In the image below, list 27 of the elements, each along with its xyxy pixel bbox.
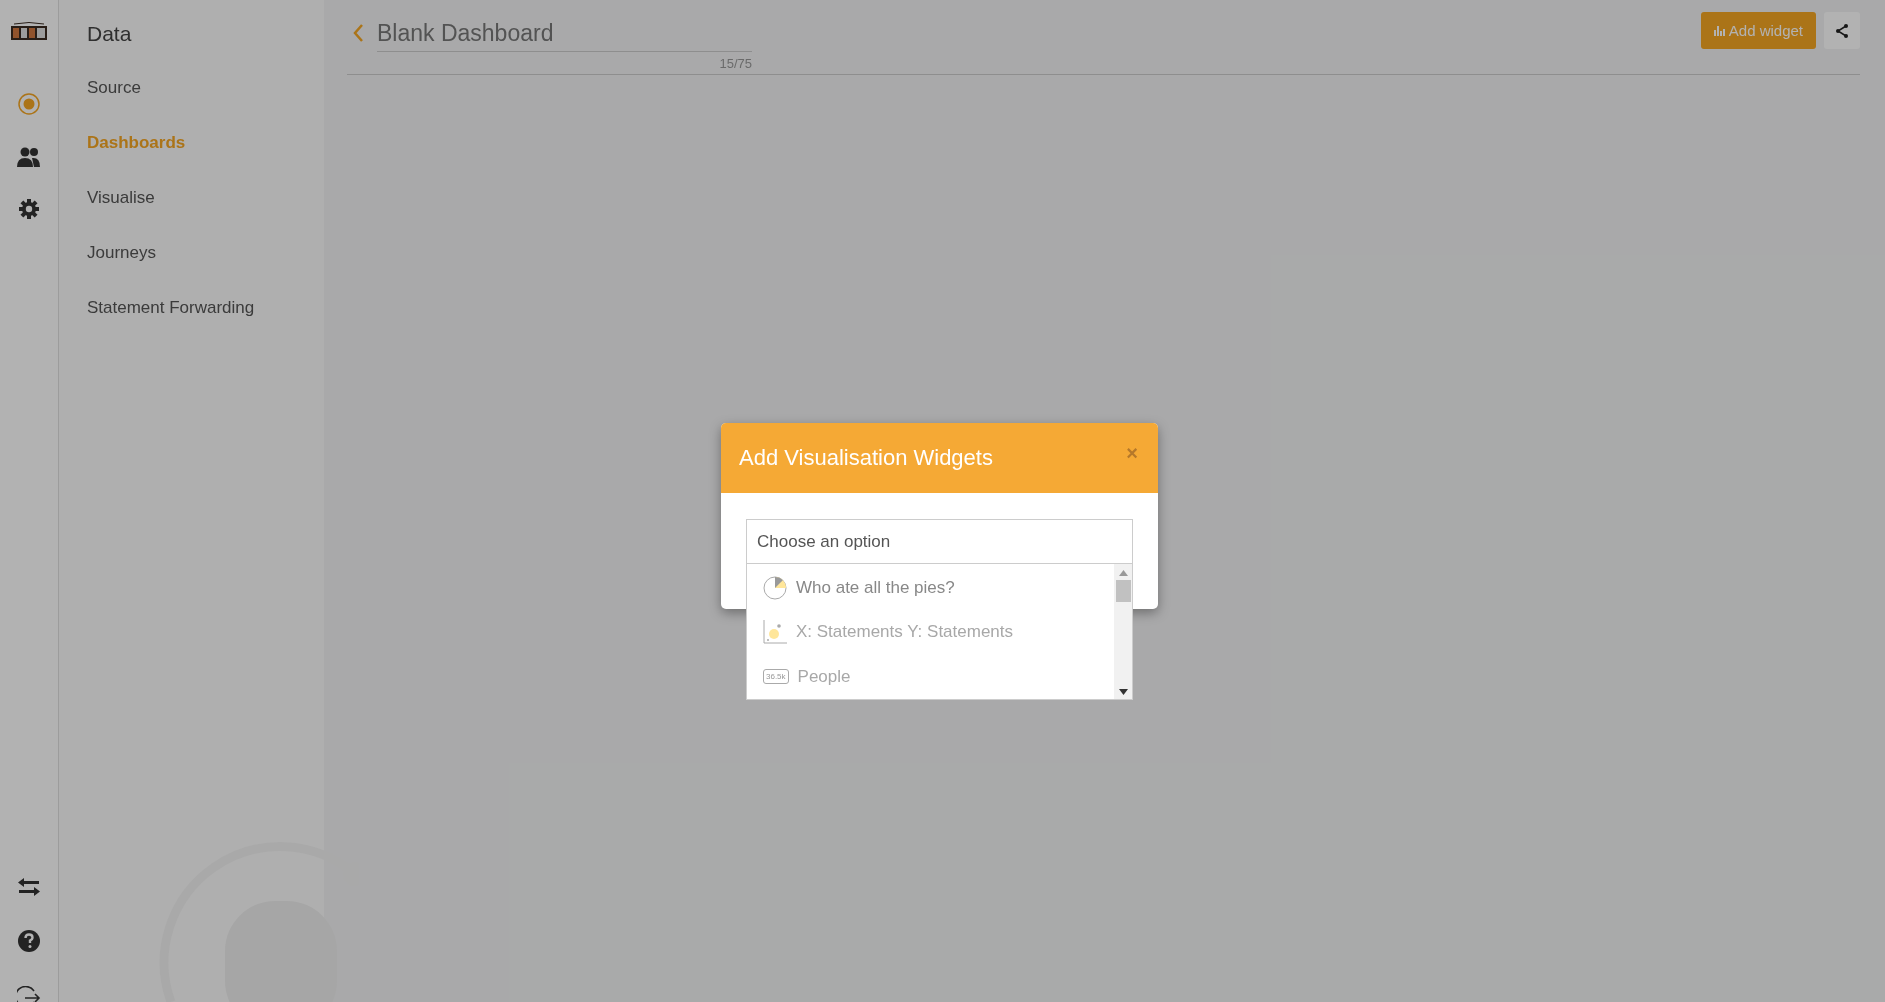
sidebar-item[interactable]: Journeys bbox=[87, 243, 156, 263]
bar-chart-icon bbox=[1713, 25, 1726, 36]
modal-title: Add Visualisation Widgets bbox=[739, 445, 993, 471]
select-field[interactable]: Choose an option bbox=[746, 519, 1133, 564]
dropdown-option[interactable]: Who ate all the pies? bbox=[747, 566, 1114, 611]
sidebar-item[interactable]: Statement Forwarding bbox=[87, 298, 255, 318]
add-widget-button[interactable]: Add widget bbox=[1700, 12, 1816, 49]
sidebar-item[interactable]: Source bbox=[87, 78, 141, 98]
scrollbar[interactable] bbox=[1114, 564, 1132, 699]
app-logo[interactable] bbox=[10, 22, 48, 42]
sidebar-item[interactable]: Visualise bbox=[87, 188, 155, 208]
people-icon[interactable] bbox=[17, 146, 41, 168]
scatter-chart-icon bbox=[763, 620, 787, 645]
scrollbar-thumb[interactable] bbox=[1115, 580, 1131, 602]
sidebar-title: Data bbox=[87, 22, 133, 46]
close-button[interactable]: × bbox=[1124, 441, 1140, 465]
pie-chart-icon bbox=[763, 576, 787, 601]
character-counter: 15/75 bbox=[718, 56, 752, 71]
swap-arrows-icon[interactable] bbox=[18, 878, 40, 896]
scroll-down-arrow-icon[interactable] bbox=[1118, 689, 1128, 695]
dashboard-title-field[interactable]: Blank Dashboard bbox=[377, 12, 752, 52]
sidebar-item[interactable]: Dashboards bbox=[87, 133, 186, 153]
share-icon bbox=[1835, 23, 1849, 38]
share-button[interactable] bbox=[1824, 12, 1860, 49]
help-icon[interactable] bbox=[17, 929, 41, 953]
counter-icon: 36.5k bbox=[763, 669, 789, 685]
logout-icon[interactable] bbox=[17, 986, 41, 1002]
